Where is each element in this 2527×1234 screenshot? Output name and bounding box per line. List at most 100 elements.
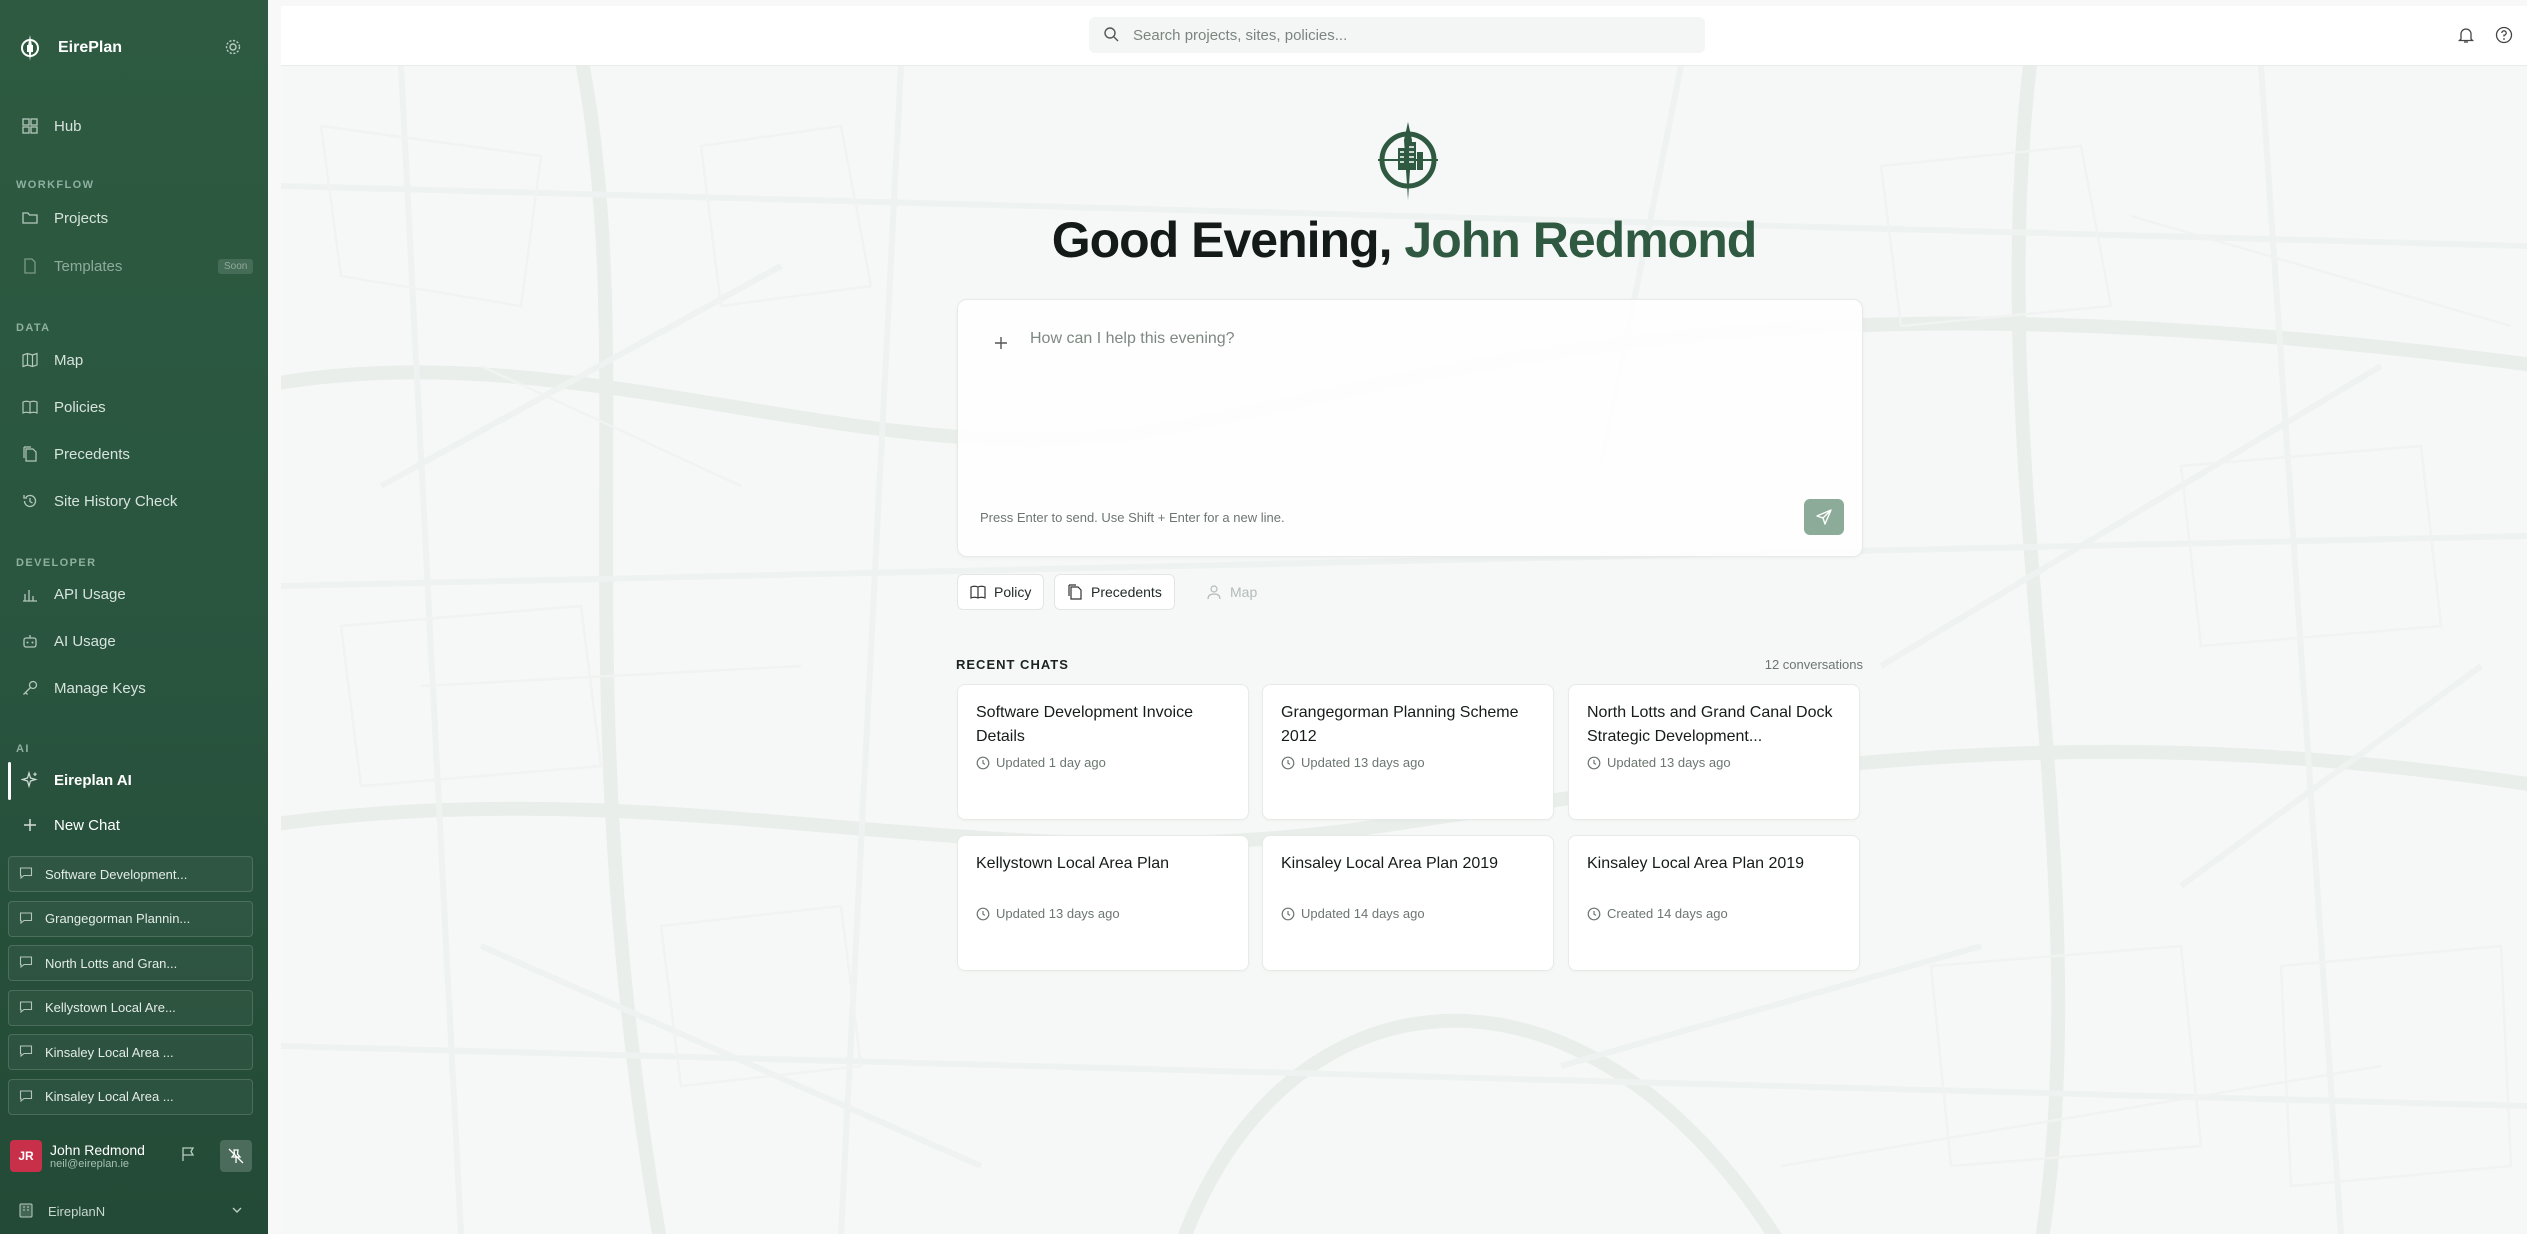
send-icon <box>1815 508 1833 526</box>
composer-hint: Press Enter to send. Use Shift + Enter f… <box>980 510 1285 525</box>
clock-icon <box>976 907 990 921</box>
card-meta: Updated 14 days ago <box>1281 906 1535 921</box>
sidebar-chat-item[interactable]: North Lotts and Gran... <box>8 945 253 981</box>
app-name: EirePlan <box>58 39 123 56</box>
section-label-workflow: WORKFLOW <box>16 179 95 191</box>
soon-badge: Soon <box>218 258 254 274</box>
sidebar-item-label: Policies <box>54 398 106 416</box>
building-icon <box>18 1202 36 1220</box>
grid-icon <box>20 116 40 136</box>
sidebar-item-projects[interactable]: Projects <box>8 198 260 238</box>
clock-icon <box>1587 756 1601 770</box>
card-meta: Created 14 days ago <box>1587 906 1841 921</box>
sidebar-item-precedents[interactable]: Precedents <box>8 434 260 474</box>
user-row[interactable]: JR John Redmond neil@eireplan.ie <box>0 1132 268 1180</box>
sidebar-item-policies[interactable]: Policies <box>8 387 260 427</box>
clock-icon <box>1587 907 1601 921</box>
card-updated: Updated 13 days ago <box>1607 755 1731 770</box>
recent-chat-card[interactable]: Kinsaley Local Area Plan 2019 Updated 14 … <box>1262 835 1554 971</box>
map-tool-button: Map <box>1193 574 1270 610</box>
sidebar-item-ai-usage[interactable]: AI Usage <box>8 621 260 661</box>
chat-bubble-icon <box>19 955 35 971</box>
bell-icon[interactable] <box>2457 26 2477 46</box>
precedents-label: Precedents <box>1091 584 1162 600</box>
recent-chat-card[interactable]: Kellystown Local Area Plan Updated 13 day… <box>957 835 1249 971</box>
brand[interactable]: EirePlan <box>16 30 122 66</box>
greeting: Good Evening, John Redmond <box>281 211 2527 269</box>
sidebar-chat-label: Kellystown Local Are... <box>45 1000 176 1015</box>
card-updated: Updated 13 days ago <box>996 906 1120 921</box>
send-button[interactable] <box>1804 499 1844 535</box>
flag-icon[interactable] <box>180 1146 200 1166</box>
policy-label: Policy <box>994 584 1032 600</box>
chat-bubble-icon <box>19 1089 35 1105</box>
sidebar-item-label: Map <box>54 351 84 369</box>
settings-gear-icon[interactable] <box>224 38 244 58</box>
sidebar-item-templates: Templates Soon <box>8 246 260 286</box>
sidebar-item-label: Eireplan AI <box>54 771 132 789</box>
sidebar-item-map[interactable]: Map <box>8 340 260 380</box>
search-box[interactable] <box>1089 17 1705 53</box>
card-meta: Updated 13 days ago <box>1587 755 1841 770</box>
sidebar-chat-item[interactable]: Software Development... <box>8 856 253 892</box>
sidebar-item-label: Precedents <box>54 445 130 463</box>
help-icon[interactable] <box>2495 26 2515 46</box>
user-name: John Redmond <box>50 1141 145 1158</box>
sidebar-item-site-history-check[interactable]: Site History Check <box>8 481 260 521</box>
sidebar-item-label: Manage Keys <box>54 679 146 697</box>
card-title: Kinsaley Local Area Plan 2019 <box>1587 855 1805 872</box>
files-icon <box>20 444 40 464</box>
recent-chat-card[interactable]: Software Development Invoice Details Upda… <box>957 684 1249 820</box>
sidebar-chat-item[interactable]: Kinsaley Local Area ... <box>8 1034 253 1070</box>
chat-composer: Press Enter to send. Use Shift + Enter f… <box>957 299 1863 557</box>
policy-tool-button[interactable]: Policy <box>957 574 1045 610</box>
compass-city-logo <box>1378 122 1438 200</box>
org-name: EireplanN <box>48 1203 106 1219</box>
chat-bubble-icon <box>19 866 35 882</box>
attach-plus-icon[interactable] <box>994 336 1010 352</box>
sidebar-item-eireplan-ai[interactable]: Eireplan AI <box>8 760 260 800</box>
files-icon <box>1067 584 1083 600</box>
section-label-developer: DEVELOPER <box>16 557 97 569</box>
card-title: Grangegorman Planning Scheme 2012 <box>1281 704 1519 745</box>
card-updated: Updated 14 days ago <box>1301 906 1425 921</box>
document-icon <box>20 256 40 276</box>
card-title: Kellystown Local Area Plan <box>976 855 1169 872</box>
chat-bubble-icon <box>19 1000 35 1016</box>
sidebar-item-hub[interactable]: Hub <box>8 106 260 146</box>
sparkles-icon <box>20 770 40 790</box>
sidebar-chat-label: Grangegorman Plannin... <box>45 911 191 926</box>
plus-icon <box>20 815 40 835</box>
sidebar-item-label: Site History Check <box>54 492 178 510</box>
map-icon <box>20 350 40 370</box>
chevron-down-icon <box>230 1203 246 1219</box>
unpin-sidebar-button[interactable] <box>220 1140 252 1172</box>
sidebar-chat-item[interactable]: Kellystown Local Are... <box>8 989 253 1026</box>
card-updated: Updated 1 day ago <box>996 755 1106 770</box>
sidebar-chat-label: Software Development... <box>45 866 188 882</box>
bar-chart-icon <box>20 584 40 604</box>
card-title: Software Development Invoice Details <box>976 704 1193 745</box>
clock-icon <box>1281 907 1295 921</box>
org-switcher[interactable]: EireplanN <box>0 1196 268 1226</box>
recent-chat-card[interactable]: North Lotts and Grand Canal Dock Strateg… <box>1568 684 1860 820</box>
chat-bubble-icon <box>19 1044 35 1060</box>
key-icon <box>20 678 40 698</box>
chat-bubble-icon <box>19 911 35 927</box>
recent-chat-card[interactable]: Kinsaley Local Area Plan 2019 Created 14 … <box>1568 835 1860 971</box>
search-input[interactable] <box>1133 26 1693 44</box>
sidebar-item-label: API Usage <box>54 585 126 603</box>
precedents-tool-button[interactable]: Precedents <box>1054 574 1175 610</box>
sidebar-item-api-usage[interactable]: API Usage <box>8 574 260 614</box>
chat-input[interactable] <box>1030 330 1810 450</box>
sidebar-chat-item[interactable]: Grangegorman Plannin... <box>8 900 253 937</box>
sidebar-chat-item[interactable]: Kinsaley Local Area ... <box>8 1078 253 1115</box>
sidebar-item-manage-keys[interactable]: Manage Keys <box>8 668 260 708</box>
card-title: Kinsaley Local Area Plan 2019 <box>1281 855 1499 872</box>
history-icon <box>20 491 40 511</box>
sidebar: EirePlan Hub WORKFLOW Projects Templates… <box>0 0 268 1234</box>
recent-chat-card[interactable]: Grangegorman Planning Scheme 2012 Updated… <box>1262 684 1554 820</box>
section-label-data: DATA <box>16 322 51 334</box>
new-chat-button[interactable]: New Chat <box>8 805 260 845</box>
user-email: neil@eireplan.ie <box>50 1157 130 1170</box>
